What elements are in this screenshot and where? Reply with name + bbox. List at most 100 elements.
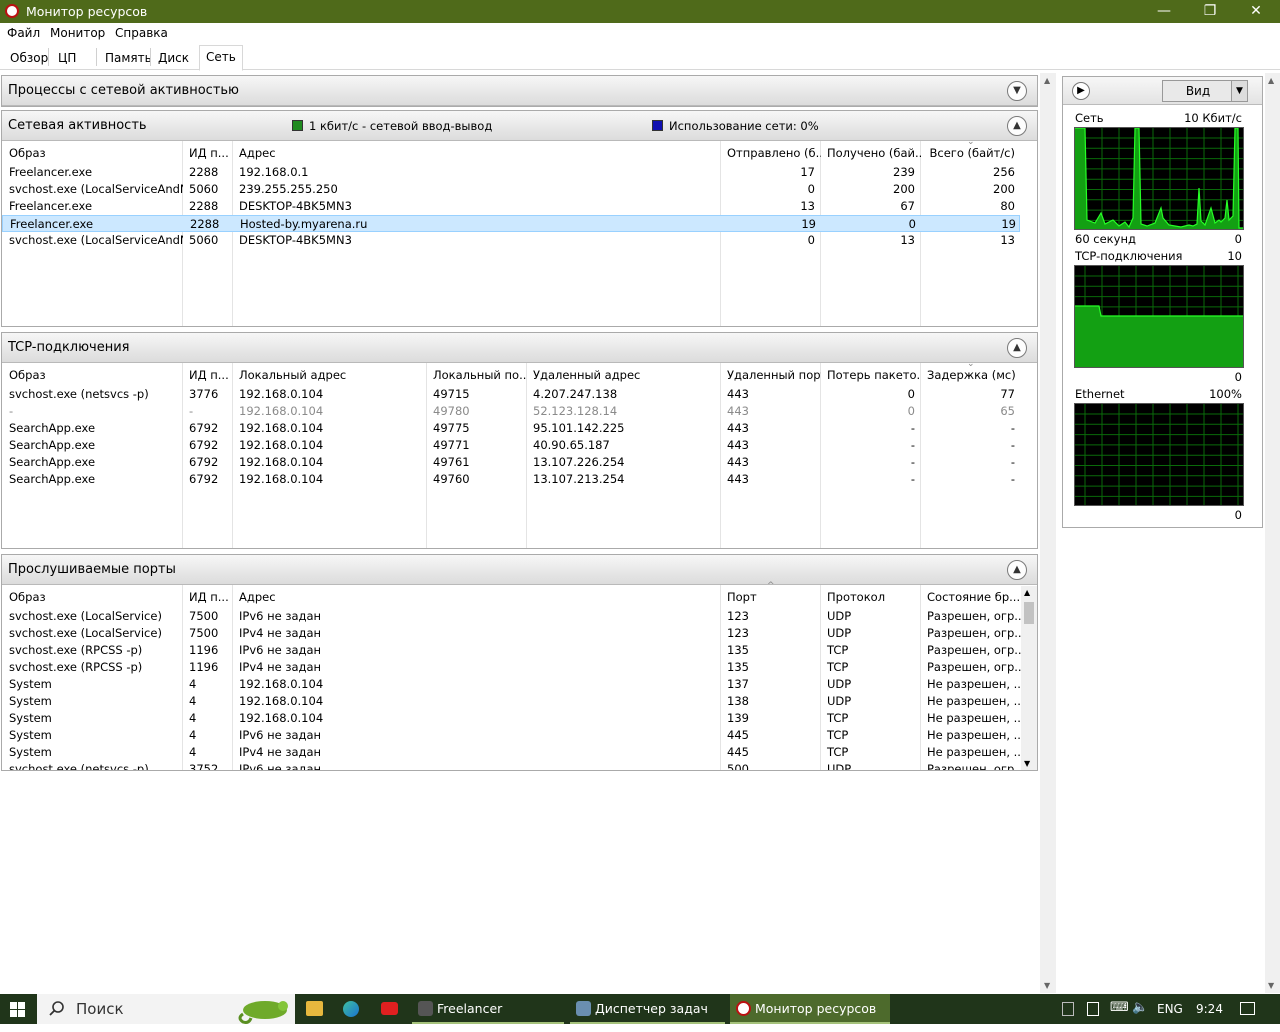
tcp-header[interactable]: TCP-подключения ▲ (2, 333, 1037, 363)
table-row[interactable]: System 4 192.168.0.104 137 UDP Не разрешен, .… (2, 676, 1021, 693)
notifications-icon[interactable] (1240, 1002, 1255, 1015)
table-row[interactable]: svchost.exe (LocalServiceAndNo... 5060 DES… (2, 232, 1020, 249)
column-header[interactable]: Локальный адрес (233, 363, 427, 387)
table-cell: IPv6 не задан (239, 609, 322, 623)
sort-arrow-icon: ⌄ (967, 137, 975, 147)
expand-chevron-icon[interactable]: ▼ (1007, 81, 1027, 101)
dropdown-arrow-icon[interactable]: ▼ (1231, 81, 1247, 101)
taskbar-task-manager[interactable]: Диспетчер задач (570, 994, 725, 1024)
file-explorer-icon[interactable] (306, 1001, 323, 1016)
activity-header[interactable]: Сетевая активность 1 кбит/с - сетевой вв… (2, 111, 1037, 141)
expand-arrow-icon[interactable]: ▶ (1072, 82, 1090, 100)
column-header[interactable]: Образ (3, 585, 183, 609)
column-header[interactable]: ИД п... (183, 363, 233, 387)
table-row[interactable]: System 4 192.168.0.104 138 UDP Не разрешен, .… (2, 693, 1021, 710)
column-header[interactable]: Удаленный адрес (527, 363, 721, 387)
column-header[interactable]: ИД п... (183, 585, 233, 609)
table-row[interactable]: System 4 IPv6 не задан 445 TCP Не разрешен, .… (2, 727, 1021, 744)
column-header[interactable]: Потерь пакето... (821, 363, 921, 387)
tab-disk[interactable]: Диск (151, 47, 196, 70)
column-header[interactable]: Локальный по... (427, 363, 527, 387)
collapse-chevron-icon[interactable]: ▲ (1007, 338, 1027, 358)
scroll-down-arrow-icon[interactable]: ▼ (1268, 981, 1274, 990)
table-row[interactable]: svchost.exe (LocalServiceAndNo... 5060 239… (2, 181, 1020, 198)
column-header[interactable]: Удаленный порт (721, 363, 821, 387)
video-app-icon[interactable] (381, 1002, 398, 1015)
view-button[interactable]: Вид ▼ (1162, 80, 1248, 102)
table-cell: svchost.exe (LocalService) (9, 626, 162, 640)
left-pane-scrollbar[interactable]: ▲ ▼ (1040, 73, 1056, 993)
ports-header[interactable]: Прослушиваемые порты ▲ (2, 555, 1037, 585)
table-cell: 6792 (189, 421, 219, 435)
table-row[interactable]: svchost.exe (netsvcs -p) 3776 192.168.0.10… (2, 386, 1020, 403)
tab-cpu[interactable]: ЦП (51, 47, 83, 70)
table-row[interactable]: Freelancer.exe 2288 DESKTOP-4BK5MN3 13 67 80 (2, 198, 1020, 215)
column-header[interactable]: Получено (бай... (821, 141, 921, 165)
table-row[interactable]: svchost.exe (netsvcs -p) 3752 IPv6 не зада… (2, 761, 1021, 770)
freelancer-app-icon (418, 1001, 433, 1016)
scroll-up-arrow-icon[interactable]: ▲ (1268, 76, 1274, 85)
table-cell: 445 (727, 745, 749, 759)
menu-monitor[interactable]: Монитор (50, 26, 105, 40)
table-cell: 239 (893, 165, 915, 179)
table-row[interactable]: svchost.exe (LocalService) 7500 IPv6 не за… (2, 608, 1021, 625)
table-cell: 7500 (189, 609, 219, 623)
column-header[interactable]: Адрес (233, 141, 721, 165)
table-row[interactable]: SearchApp.exe 6792 192.168.0.104 49761 13.10… (2, 454, 1020, 471)
scroll-down-arrow-icon[interactable]: ▼ (1044, 981, 1050, 990)
collapse-chevron-icon[interactable]: ▲ (1007, 560, 1027, 580)
table-cell: Разрешен, огр... (927, 626, 1021, 640)
clock[interactable]: 9:24 (1196, 1002, 1223, 1032)
table-row[interactable]: SearchApp.exe 6792 192.168.0.104 49771 40.90… (2, 437, 1020, 454)
tray-app-icon[interactable] (1062, 1002, 1074, 1016)
table-row[interactable]: Freelancer.exe 2288 192.168.0.1 17 239 256 (2, 164, 1020, 181)
network-icon[interactable]: ⌨ (1110, 1000, 1129, 1030)
table-row[interactable]: System 4 IPv4 не задан 445 TCP Не разрешен, .… (2, 744, 1021, 761)
table-row[interactable]: svchost.exe (RPCSS -p) 1196 IPv4 не задан 1… (2, 659, 1021, 676)
column-header[interactable]: Образ (3, 141, 183, 165)
table-row[interactable]: SearchApp.exe 6792 192.168.0.104 49775 95.10… (2, 420, 1020, 437)
table-row[interactable]: - - 192.168.0.104 49780 52.123.128.14 443 0 65 (2, 403, 1020, 420)
table-cell: 67 (900, 199, 915, 213)
menu-help[interactable]: Справка (115, 26, 168, 40)
restore-button[interactable]: ❐ (1187, 0, 1233, 23)
column-header[interactable]: Образ (3, 363, 183, 387)
volume-icon[interactable]: 🔈 (1132, 1000, 1148, 1030)
menu-file[interactable]: Файл (7, 26, 40, 40)
taskbar-resource-monitor[interactable]: Монитор ресурсов (730, 994, 890, 1024)
column-header[interactable]: ИД п... (183, 141, 233, 165)
column-header[interactable]: Протокол (821, 585, 921, 609)
tablet-icon[interactable] (1087, 1002, 1099, 1016)
right-pane-scrollbar[interactable]: ▲ ▼ (1265, 73, 1280, 993)
taskbar-freelancer[interactable]: Freelancer (412, 994, 564, 1024)
table-cell: 0 (907, 404, 915, 418)
ports-scrollbar[interactable]: ▲ ▼ (1021, 586, 1037, 770)
close-button[interactable]: ✕ (1233, 0, 1279, 23)
task-manager-icon (576, 1001, 591, 1016)
language-indicator[interactable]: ENG (1157, 1002, 1183, 1032)
tab-network[interactable]: Сеть (199, 45, 243, 71)
processes-header[interactable]: Процессы с сетевой активностью ▼ (2, 76, 1037, 106)
table-cell: 2288 (189, 199, 219, 213)
edge-browser-icon[interactable] (343, 1001, 359, 1017)
table-row[interactable]: svchost.exe (LocalService) 7500 IPv4 не за… (2, 625, 1021, 642)
collapse-chevron-icon[interactable]: ▲ (1007, 116, 1027, 136)
scroll-up-arrow-icon[interactable]: ▲ (1044, 76, 1050, 85)
table-cell: 4 (189, 728, 197, 742)
column-header[interactable]: Состояние бр... (921, 585, 1021, 609)
windows-start-icon[interactable] (10, 1002, 25, 1017)
table-cell: 192.168.0.104 (239, 387, 324, 401)
table-row[interactable]: System 4 192.168.0.104 139 TCP Не разрешен, .… (2, 710, 1021, 727)
scroll-up-arrow-icon[interactable]: ▲ (1024, 588, 1030, 597)
column-header[interactable]: Адрес (233, 585, 721, 609)
minimize-button[interactable]: — (1141, 0, 1187, 23)
column-header[interactable]: Отправлено (б... (721, 141, 821, 165)
taskbar-search[interactable]: Поиск (37, 994, 295, 1024)
table-row[interactable]: svchost.exe (RPCSS -p) 1196 IPv6 не задан 1… (2, 642, 1021, 659)
table-cell: 443 (727, 455, 749, 469)
scrollbar-thumb[interactable] (1024, 602, 1034, 624)
table-row[interactable]: Freelancer.exe 2288 Hosted-by.myarena.ru 19… (2, 215, 1020, 232)
table-row[interactable]: SearchApp.exe 6792 192.168.0.104 49760 13.10… (2, 471, 1020, 488)
scroll-down-arrow-icon[interactable]: ▼ (1024, 759, 1030, 768)
table-cell: 49760 (433, 472, 470, 486)
